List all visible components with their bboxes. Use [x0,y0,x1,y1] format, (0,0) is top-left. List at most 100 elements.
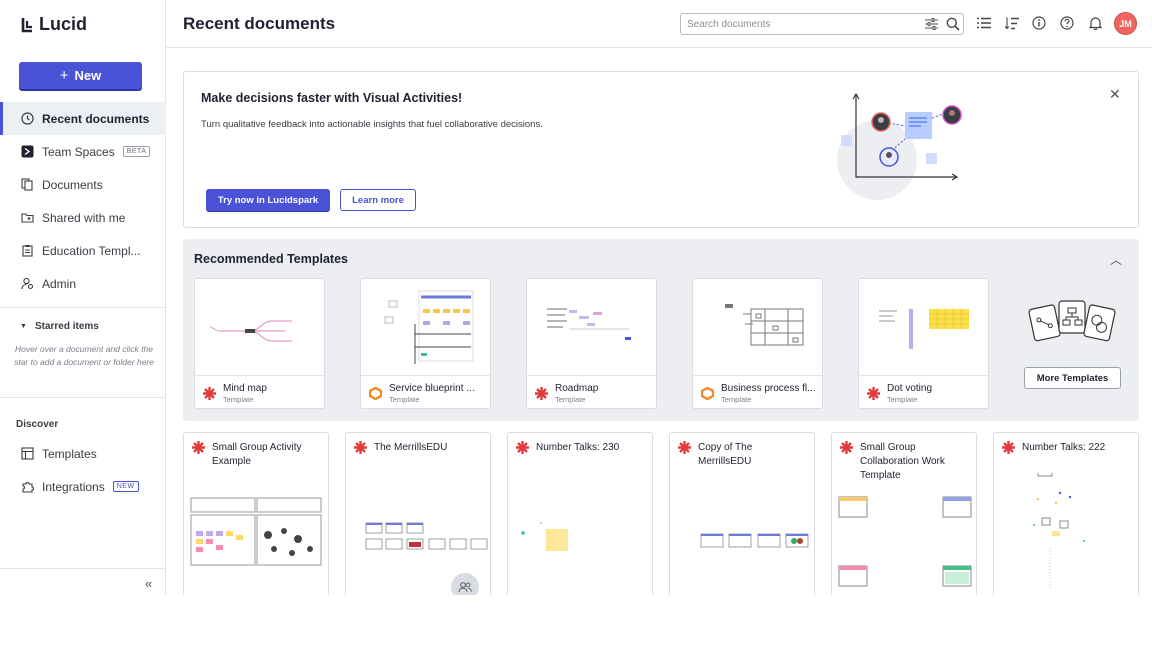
caret-down-icon: ▼ [20,323,27,330]
search-input[interactable] [687,18,917,30]
sidebar-item-documents[interactable]: Documents [0,168,166,201]
template-kind: Template [555,395,586,404]
template-card-business-process[interactable]: Business process fl... Template [692,278,823,409]
template-card-dot-voting[interactable]: Dot voting Template [858,278,989,409]
sidebar-item-label: Team Spaces [42,144,115,159]
sidebar-item-templates[interactable]: Templates [0,437,166,470]
search-bar[interactable] [680,13,964,35]
document-card[interactable]: Number Talks: 230 [507,432,653,595]
template-card-mind-map[interactable]: Mind map Template [194,278,325,409]
user-avatar[interactable]: JM [1114,12,1137,35]
recommended-templates: Recommended Templates ︿ Mind map Templat… [183,239,1139,421]
sidebar-item-label: Shared with me [42,210,126,225]
document-thumbnail [190,497,322,566]
template-card-service-blueprint[interactable]: Service blueprint ... Template [360,278,491,409]
banner-subtitle: Turn qualitative feedback into actionabl… [201,119,543,130]
sidebar-divider [0,568,166,569]
lucidchart-logo-icon [368,386,383,405]
document-card[interactable]: Copy of The MerrillsEDU [669,432,815,595]
sidebar-divider [0,307,166,308]
document-card[interactable]: The MerrillsEDU [345,432,491,595]
puzzle-icon [20,480,34,494]
document-card[interactable]: Small Group Activity Example [183,432,329,595]
template-kind: Template [223,395,254,404]
starred-items-header[interactable]: ▼ Starred items [20,321,99,332]
page-title: Recent documents [183,14,336,33]
sidebar-item-team-spaces[interactable]: Team Spaces BETA [0,135,166,168]
bell-icon[interactable] [1086,14,1104,32]
recommended-templates-title: Recommended Templates [194,252,348,266]
clock-icon [20,112,34,126]
lucidspark-logo-icon [192,441,205,459]
template-thumbnail [361,279,490,376]
sidebar-nav: Recent documents Team Spaces BETA Docume… [0,102,166,300]
sidebar-item-education-templates[interactable]: Education Templ... [0,234,166,267]
collapse-sidebar-icon[interactable]: « [145,576,152,591]
lucid-logo-icon [21,17,32,32]
sidebar-item-label: Templates [42,446,97,461]
top-header: Recent documents JM [166,0,1152,48]
lucid-logo[interactable]: Lucid [21,14,87,35]
sort-icon[interactable] [1003,14,1021,32]
lucidspark-logo-icon [516,441,529,459]
document-thumbnail [838,496,972,587]
info-icon[interactable] [1030,14,1048,32]
search-icon[interactable] [946,17,960,31]
new-badge: NEW [112,481,139,492]
beta-badge: BETA [122,146,151,157]
lucidspark-logo-icon [1002,441,1015,459]
clipboard-icon [20,244,34,258]
sidebar-item-label: Documents [42,177,103,192]
sidebar-item-shared-with-me[interactable]: Shared with me [0,201,166,234]
template-thumbnail [195,279,324,376]
new-button-label: New [74,68,102,83]
learn-more-button[interactable]: Learn more [340,189,416,211]
sidebar-item-label: Admin [42,276,77,291]
team-spaces-icon [20,145,34,159]
template-thumbnail [859,279,988,376]
lucidspark-logo-icon [203,387,216,405]
lucidspark-logo-icon [535,387,548,405]
template-name: Mind map [223,383,267,394]
document-thumbnail [521,522,568,551]
sidebar-item-integrations[interactable]: Integrations NEW [0,470,166,503]
more-templates-illustration [1028,300,1116,342]
brand-name: Lucid [39,14,87,34]
template-thumbnail [527,279,656,376]
shared-users-icon [451,573,479,595]
more-templates-button[interactable]: More Templates [1024,367,1121,389]
help-icon[interactable] [1058,14,1076,32]
lucidchart-logo-icon [700,386,715,405]
sidebar-item-label: Education Templ... [42,243,141,258]
template-name: Dot voting [887,383,933,394]
starred-title: Starred items [34,321,99,332]
sidebar-item-label: Integrations [42,479,105,494]
template-name: Roadmap [555,383,599,394]
document-thumbnail [700,533,809,548]
plus-icon: + [59,67,69,84]
try-lucidspark-button[interactable]: Try now in Lucidspark [206,189,330,211]
sidebar-item-recent-documents[interactable]: Recent documents [0,102,166,135]
templates-icon [20,447,34,461]
document-title: Copy of The MerrillsEDU [698,442,753,467]
new-button[interactable]: + New [19,62,142,89]
list-view-icon[interactable] [975,14,993,32]
promo-banner: Make decisions faster with Visual Activi… [183,71,1139,228]
template-card-roadmap[interactable]: Roadmap Template [526,278,657,409]
lucidspark-logo-icon [678,441,691,459]
close-icon[interactable]: ✕ [1109,86,1121,103]
document-card[interactable]: Small Group Collaboration Work Template [831,432,977,595]
template-name: Service blueprint ... [389,383,475,394]
document-card[interactable]: Number Talks: 222 [993,432,1139,595]
filter-icon[interactable] [925,18,938,30]
document-title: Number Talks: 222 [1022,442,1106,453]
sidebar-item-admin[interactable]: Admin [0,267,166,300]
sidebar-item-label: Recent documents [42,111,150,126]
document-title: Number Talks: 230 [536,442,620,453]
discover-title: Discover [16,419,59,430]
lucidspark-logo-icon [867,387,880,405]
template-kind: Template [389,395,420,404]
chevron-up-icon[interactable]: ︿ [1110,251,1122,268]
template-kind: Template [721,395,752,404]
document-title: Small Group Activity Example [212,442,302,467]
